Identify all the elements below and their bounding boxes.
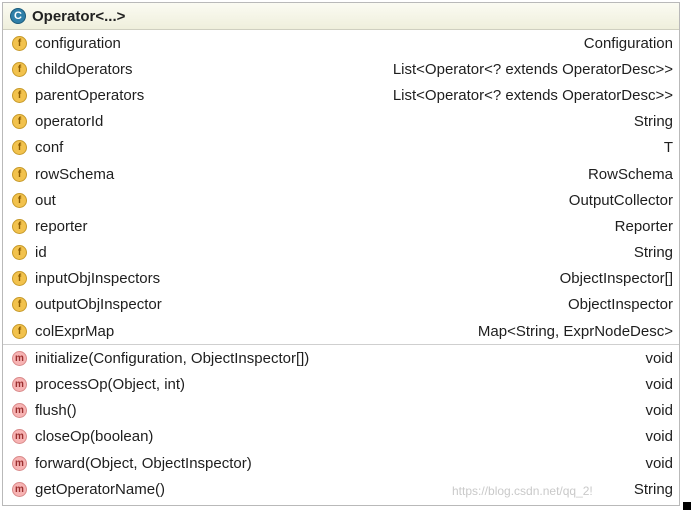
field-name: out — [35, 191, 56, 209]
class-diagram-panel: C Operator<...> f configuration Configurat… — [2, 2, 680, 506]
field-icon: f — [12, 218, 27, 234]
field-icon: f — [12, 297, 27, 313]
method-return-type: String — [633, 480, 673, 498]
method-return-type: void — [645, 402, 673, 420]
field-name: childOperators — [35, 60, 133, 78]
method-icon: m — [12, 377, 27, 393]
field-name: colExprMap — [35, 322, 115, 340]
class-icon: C — [10, 8, 26, 24]
field-row[interactable]: f reporter Reporter — [3, 213, 679, 239]
method-row[interactable]: m flush() void — [3, 398, 679, 424]
field-row[interactable]: f rowSchema RowSchema — [3, 161, 679, 187]
field-row[interactable]: f colExprMap Map<String, ExprNodeDesc> — [3, 318, 679, 344]
field-row[interactable]: f operatorId String — [3, 109, 679, 135]
field-row[interactable]: f configuration Configuration — [3, 30, 679, 56]
method-return-type: void — [645, 428, 673, 446]
corner-marker — [683, 502, 691, 510]
method-return-type: void — [645, 454, 673, 472]
field-icon: f — [12, 35, 27, 51]
field-type: ObjectInspector[] — [559, 270, 673, 288]
field-icon: f — [12, 192, 27, 208]
field-row[interactable]: f outputObjInspector ObjectInspector — [3, 292, 679, 318]
class-header[interactable]: C Operator<...> — [3, 3, 679, 30]
method-icon: m — [12, 429, 27, 445]
field-row[interactable]: f parentOperators List<Operator<? extends … — [3, 82, 679, 108]
fields-section: f configuration Configuration f childOperat… — [3, 30, 679, 344]
field-type: Reporter — [614, 217, 673, 235]
field-icon: f — [12, 87, 27, 103]
field-icon: f — [12, 245, 27, 261]
method-row[interactable]: m closeOp(boolean) void — [3, 424, 679, 450]
field-row[interactable]: f id String — [3, 240, 679, 266]
field-name: reporter — [35, 217, 88, 235]
method-name: forward(Object, ObjectInspector) — [35, 454, 252, 472]
method-icon: m — [12, 350, 27, 366]
field-row[interactable]: f conf T — [3, 135, 679, 161]
method-name: initialize(Configuration, ObjectInspecto… — [35, 349, 310, 367]
field-type: OutputCollector — [568, 191, 673, 209]
field-name: parentOperators — [35, 86, 145, 104]
field-row[interactable]: f inputObjInspectors ObjectInspector[] — [3, 266, 679, 292]
method-return-type: void — [645, 376, 673, 394]
method-name: processOp(Object, int) — [35, 376, 186, 394]
field-icon: f — [12, 323, 27, 339]
field-type: ObjectInspector — [567, 296, 673, 314]
method-return-type: void — [645, 349, 673, 367]
field-name: operatorId — [35, 113, 104, 131]
field-name: outputObjInspector — [35, 296, 162, 314]
field-icon: f — [12, 166, 27, 182]
method-row[interactable]: m processOp(Object, int) void — [3, 371, 679, 397]
field-type: String — [633, 244, 673, 262]
class-title: Operator<...> — [32, 7, 126, 25]
watermark: https://blog.csdn.net/qq_2! — [452, 484, 593, 498]
field-type: String — [633, 113, 673, 131]
field-type: Map<String, ExprNodeDesc> — [477, 322, 673, 340]
field-name: rowSchema — [35, 165, 115, 183]
method-icon: m — [12, 455, 27, 471]
field-name: inputObjInspectors — [35, 270, 161, 288]
field-row[interactable]: f childOperators List<Operator<? extends O… — [3, 56, 679, 82]
field-name: conf — [35, 139, 64, 157]
method-icon: m — [12, 403, 27, 419]
method-name: flush() — [35, 402, 77, 420]
field-type: T — [663, 139, 673, 157]
method-row[interactable]: m forward(Object, ObjectInspector) void — [3, 450, 679, 476]
method-icon: m — [12, 481, 27, 497]
method-row[interactable]: m initialize(Configuration, ObjectInspect… — [3, 345, 679, 371]
field-type: Configuration — [583, 34, 673, 52]
field-icon: f — [12, 271, 27, 287]
field-icon: f — [12, 140, 27, 156]
field-type: List<Operator<? extends OperatorDesc>> — [392, 60, 673, 78]
field-icon: f — [12, 61, 27, 77]
field-name: id — [35, 244, 47, 262]
methods-section: m initialize(Configuration, ObjectInspect… — [3, 345, 679, 502]
field-type: RowSchema — [587, 165, 673, 183]
field-type: List<Operator<? extends OperatorDesc>> — [392, 86, 673, 104]
method-name: closeOp(boolean) — [35, 428, 154, 446]
field-row[interactable]: f out OutputCollector — [3, 187, 679, 213]
field-icon: f — [12, 114, 27, 130]
field-name: configuration — [35, 34, 121, 52]
